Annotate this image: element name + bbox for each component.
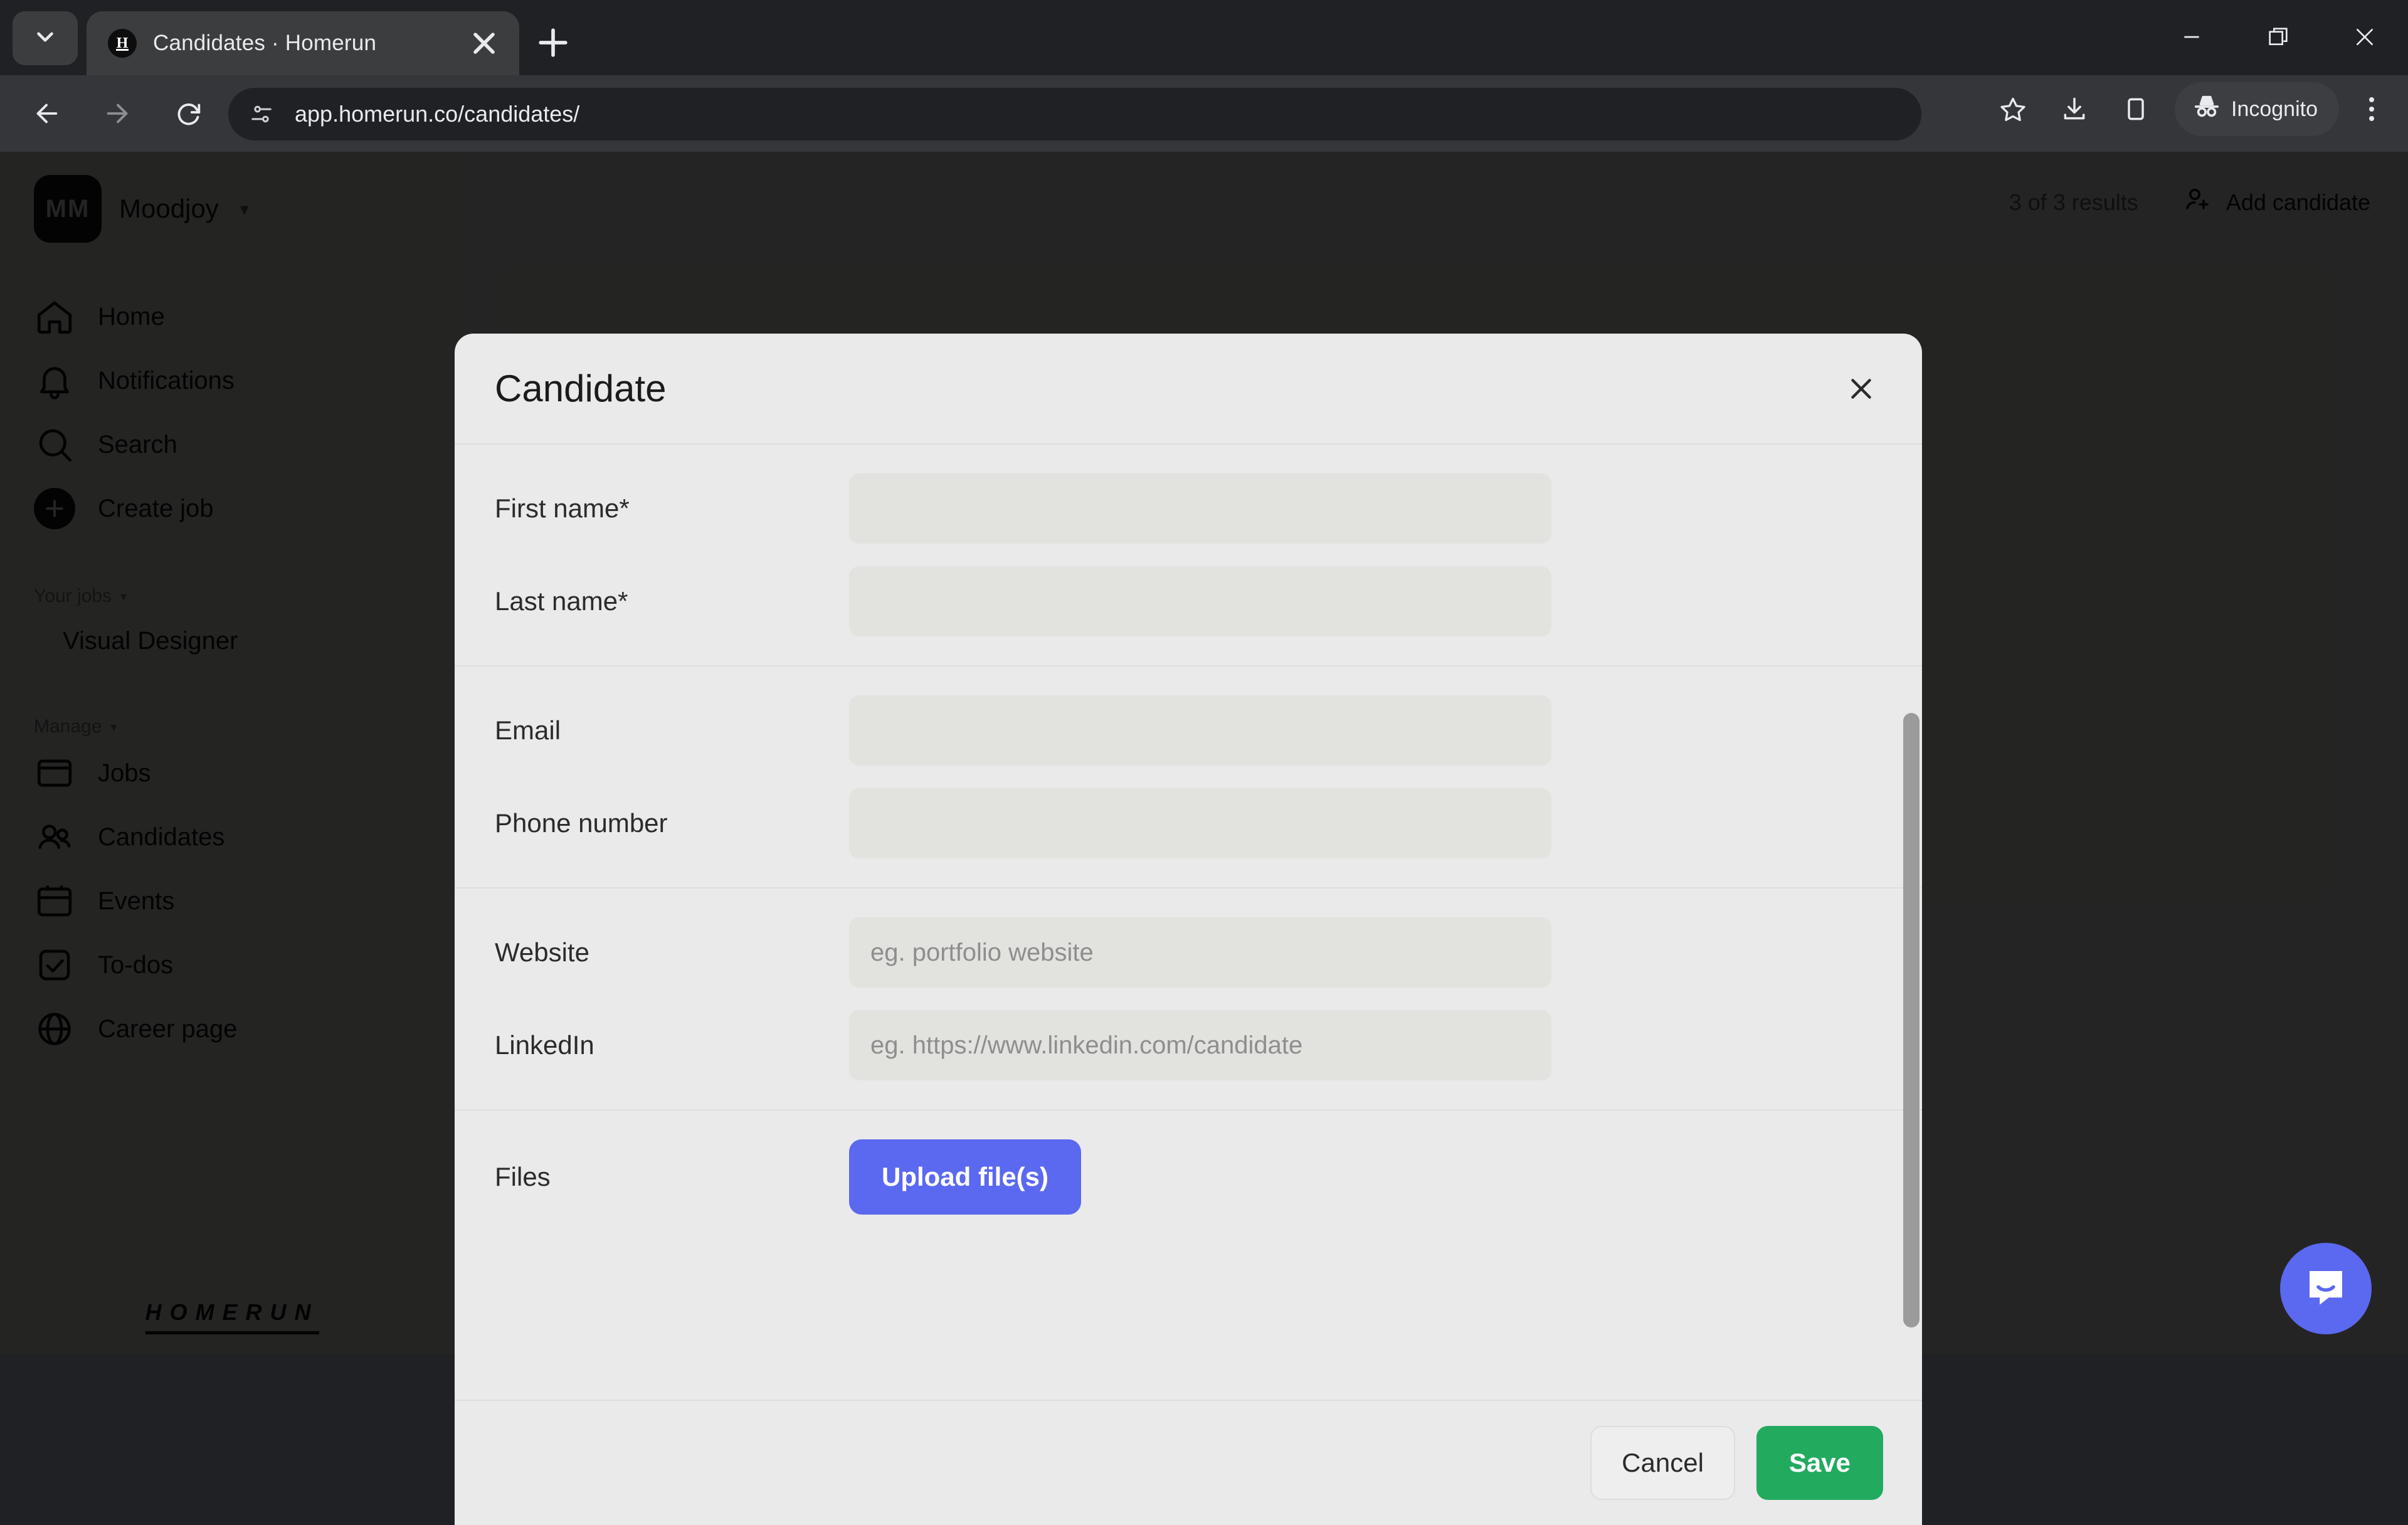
tab-title: Candidates · Homerun (153, 31, 467, 56)
website-input[interactable]: eg. portfolio website (849, 917, 1551, 988)
side-panel-icon[interactable] (2107, 80, 2165, 138)
field-email: Email (455, 684, 1922, 777)
field-label: Files (495, 1162, 849, 1192)
email-input[interactable] (849, 695, 1551, 766)
chevron-down-icon (32, 24, 58, 53)
field-last-name: Last name* (455, 555, 1922, 648)
close-window-button[interactable] (2321, 0, 2408, 74)
homerun-favicon: H (108, 29, 137, 58)
save-button[interactable]: Save (1756, 1426, 1883, 1500)
page-viewport: MM Moodjoy ▾ Home Noti (0, 152, 2408, 1354)
download-icon[interactable] (2046, 80, 2103, 138)
cancel-button[interactable]: Cancel (1590, 1426, 1735, 1500)
modal-footer: Cancel Save (455, 1400, 1922, 1525)
incognito-indicator[interactable]: Incognito (2175, 82, 2339, 136)
files-fieldset: Files Upload file(s) (455, 1109, 1922, 1243)
modal-scrollbar[interactable] (1903, 713, 1920, 1327)
last-name-input[interactable] (849, 566, 1551, 636)
url-text: app.homerun.co/candidates/ (295, 101, 579, 127)
address-bar[interactable]: app.homerun.co/candidates/ (228, 88, 1921, 140)
back-arrow-icon[interactable] (18, 85, 75, 142)
field-label: LinkedIn (495, 1030, 849, 1060)
incognito-icon (2192, 92, 2221, 127)
close-icon[interactable] (1838, 366, 1884, 412)
field-files: Files Upload file(s) (455, 1128, 1922, 1226)
candidate-modal: Candidate First name* Last name* (455, 334, 1922, 1525)
upload-files-button[interactable]: Upload file(s) (849, 1139, 1081, 1215)
reload-icon[interactable] (161, 85, 218, 142)
field-label: Website (495, 937, 849, 968)
tab-search-button[interactable] (13, 11, 78, 65)
window-controls (2148, 0, 2408, 74)
intercom-launcher-button[interactable] (2280, 1243, 2372, 1334)
minimize-window-button[interactable] (2148, 0, 2235, 74)
page-title: Candidate (495, 367, 667, 410)
toolbar-right-actions: Incognito (1984, 80, 2397, 138)
links-fieldset: Website eg. portfolio website LinkedIn e… (455, 887, 1922, 1109)
modal-body: First name* Last name* Email Phone numbe (455, 443, 1922, 1400)
name-fieldset: First name* Last name* (455, 443, 1922, 665)
close-tab-button[interactable] (467, 26, 502, 61)
contact-fieldset: Email Phone number (455, 665, 1922, 887)
field-linkedin: LinkedIn eg. https://www.linkedin.com/ca… (455, 999, 1922, 1092)
star-icon[interactable] (1984, 80, 2042, 138)
field-label: First name* (495, 493, 849, 524)
field-label: Phone number (495, 808, 849, 838)
tune-icon[interactable] (240, 92, 283, 136)
field-website: Website eg. portfolio website (455, 906, 1922, 999)
linkedin-input[interactable]: eg. https://www.linkedin.com/candidate (849, 1010, 1551, 1080)
field-label: Last name* (495, 586, 849, 616)
modal-header: Candidate (455, 334, 1922, 443)
chat-bubble-icon (2301, 1263, 2350, 1315)
tab-strip: H Candidates · Homerun (0, 0, 2408, 75)
kebab-menu-icon[interactable] (2347, 80, 2397, 138)
incognito-label: Incognito (2231, 97, 2318, 122)
first-name-input[interactable] (849, 473, 1551, 544)
browser-tab[interactable]: H Candidates · Homerun (87, 11, 519, 75)
field-first-name: First name* (455, 462, 1922, 555)
field-phone-number: Phone number (455, 777, 1922, 870)
new-tab-button[interactable] (532, 21, 574, 64)
phone-number-input[interactable] (849, 788, 1551, 858)
browser-window: H Candidates · Homerun (0, 0, 2408, 1354)
field-label: Email (495, 715, 849, 746)
maximize-window-button[interactable] (2235, 0, 2321, 74)
forward-arrow-icon[interactable] (89, 85, 147, 142)
